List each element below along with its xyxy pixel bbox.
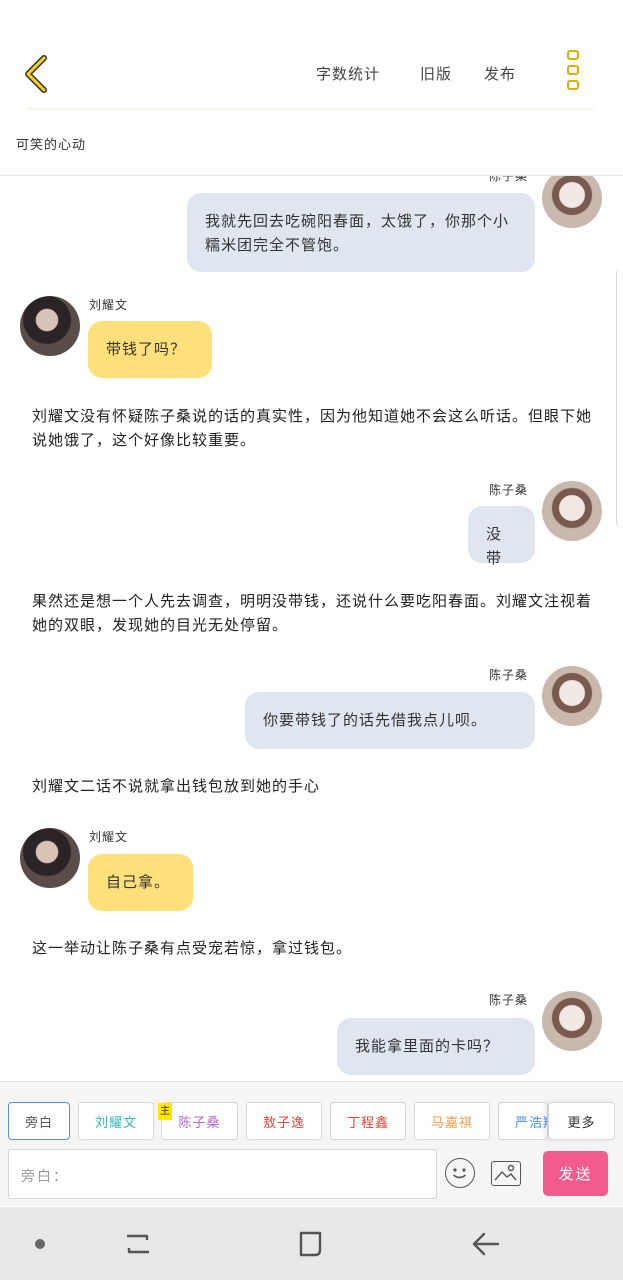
speaker-name: 陈子桑: [489, 176, 529, 183]
role-label: 严浩翔: [515, 1115, 547, 1131]
narration-text[interactable]: 果然还是想一个人先去调查，明明没带钱，还说什么要吃阳春面。刘耀文注视着她的双眼，…: [32, 589, 592, 637]
menu-dot-icon: [567, 80, 579, 90]
avatar[interactable]: [542, 991, 602, 1051]
speaker-name: 陈子桑: [489, 668, 529, 682]
more-roles-label: 更多: [567, 1115, 596, 1131]
role-tab-narrator[interactable]: 旁白: [8, 1102, 70, 1140]
home-button[interactable]: [296, 1228, 326, 1264]
role-label: 陈子桑: [178, 1115, 221, 1131]
home-icon: [299, 1231, 322, 1257]
role-tab[interactable]: 严浩翔: [498, 1102, 548, 1140]
back-arrow-icon: [472, 1232, 500, 1256]
menu-dot-icon: [567, 65, 579, 75]
speaker-name: 刘耀文: [89, 298, 129, 312]
nav-dot-icon[interactable]: [35, 1239, 45, 1249]
back-button[interactable]: [20, 50, 60, 98]
role-tab[interactable]: 刘耀文: [78, 1102, 154, 1140]
speaker-name: 陈子桑: [489, 483, 529, 497]
role-tab[interactable]: 敖子逸: [246, 1102, 322, 1140]
chat-area[interactable]: 陈子桑 我就先回去吃碗阳春面，太饿了，你那个小糯米团完全不管饱。 刘耀文 带钱了…: [0, 176, 623, 1081]
avatar[interactable]: [20, 828, 80, 888]
top-bar: [0, 0, 623, 112]
chat-bubble[interactable]: 我就先回去吃碗阳春面，太饿了，你那个小糯米团完全不管饱。: [187, 193, 535, 272]
narration-text[interactable]: 刘耀文二话不说就拿出钱包放到她的手心: [32, 774, 592, 798]
scrollbar[interactable]: [616, 268, 623, 528]
chat-bubble[interactable]: 你要带钱了的话先借我点儿呗。: [245, 692, 535, 749]
chat-bubble[interactable]: 带钱了吗？: [88, 321, 212, 378]
role-label: 敖子逸: [262, 1115, 305, 1131]
avatar[interactable]: [20, 296, 80, 356]
image-button[interactable]: [491, 1161, 521, 1186]
old-version-button[interactable]: 旧版: [420, 63, 452, 84]
role-tab[interactable]: 陈子桑: [161, 1102, 238, 1140]
avatar[interactable]: [542, 176, 602, 228]
smiley-icon: [452, 1168, 467, 1179]
speaker-name: 陈子桑: [489, 993, 529, 1007]
narration-text[interactable]: 这一举动让陈子桑有点受宠若惊，拿过钱包。: [32, 936, 592, 960]
chat-bubble[interactable]: 我能拿里面的卡吗？: [337, 1018, 535, 1075]
avatar[interactable]: [542, 666, 602, 726]
word-count-button[interactable]: 字数统计: [316, 63, 380, 84]
chat-bubble[interactable]: 没带: [468, 506, 535, 567]
avatar[interactable]: [542, 481, 602, 541]
role-label: 旁白: [24, 1115, 53, 1131]
more-menu-button[interactable]: [560, 50, 586, 98]
recent-apps-button[interactable]: [123, 1230, 153, 1262]
narration-text[interactable]: 刘耀文没有怀疑陈子桑说的话的真实性，因为他知道她不会这么听话。但眼下她说她饿了，…: [32, 404, 592, 452]
emoji-button[interactable]: [445, 1158, 475, 1188]
send-button[interactable]: 发送: [543, 1151, 608, 1196]
image-icon: [494, 1164, 517, 1181]
role-tab[interactable]: 马嘉祺: [414, 1102, 490, 1140]
role-tab[interactable]: 丁程鑫: [330, 1102, 406, 1140]
menu-dot-icon: [567, 50, 579, 60]
divider: [28, 108, 594, 110]
chevron-left-icon: [25, 55, 47, 93]
role-label: 马嘉祺: [430, 1115, 473, 1131]
more-roles-button[interactable]: 更多: [548, 1102, 615, 1140]
main-role-badge: 主: [158, 1103, 172, 1120]
chat-bubble[interactable]: 自己拿。: [88, 854, 193, 911]
recent-apps-icon: [127, 1234, 149, 1254]
publish-button[interactable]: 发布: [484, 63, 516, 84]
role-label: 丁程鑫: [346, 1115, 389, 1131]
story-title: 可笑的心动: [16, 138, 87, 153]
back-nav-button[interactable]: [470, 1230, 502, 1262]
message-input[interactable]: 旁白：: [8, 1149, 437, 1199]
role-label: 刘耀文: [94, 1115, 137, 1131]
speaker-name: 刘耀文: [89, 830, 129, 844]
